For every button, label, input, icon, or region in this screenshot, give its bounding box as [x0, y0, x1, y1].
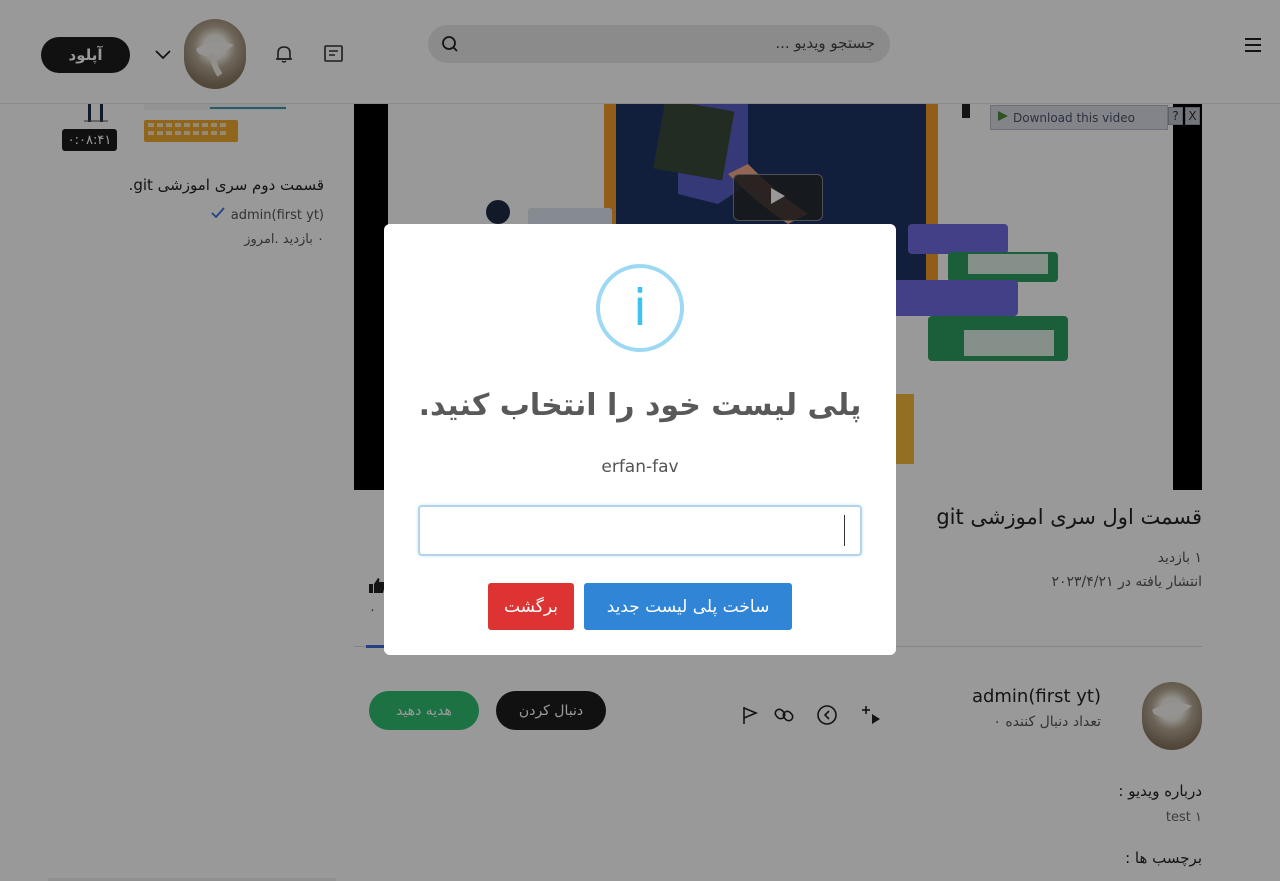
back-button[interactable]: برگشت [488, 583, 574, 630]
dialog-title: پلی لیست خود را انتخاب کنید. [418, 388, 862, 423]
playlist-name-input[interactable] [418, 505, 862, 556]
create-playlist-button[interactable]: ساخت پلی لیست جدید [584, 583, 792, 630]
dialog-playlist-name[interactable]: erfan-fav [384, 457, 896, 477]
info-icon: i [596, 264, 684, 352]
text-caret [844, 515, 845, 546]
